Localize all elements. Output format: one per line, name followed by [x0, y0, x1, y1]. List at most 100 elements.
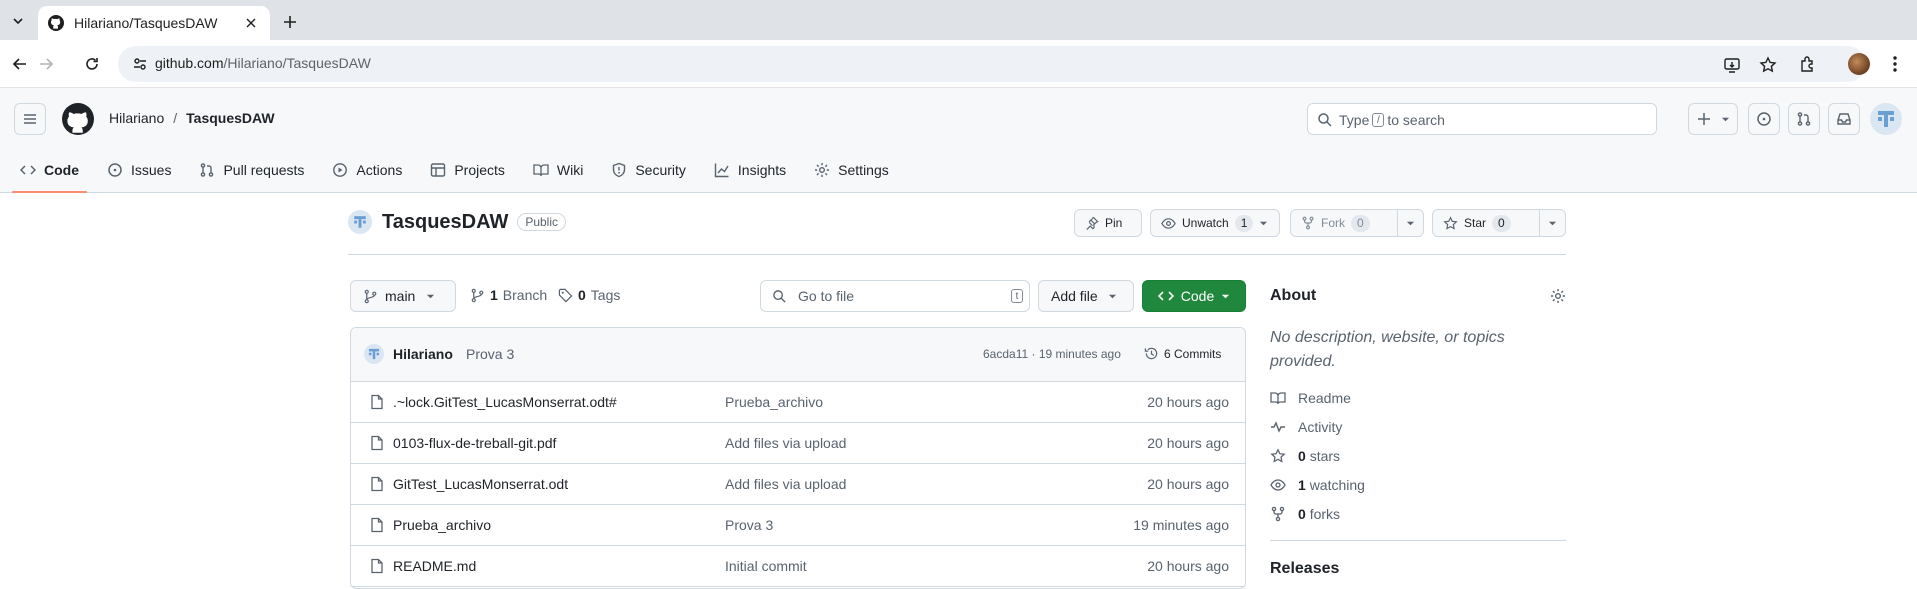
breadcrumb-owner[interactable]: Hilariano [109, 110, 164, 126]
watch-button[interactable]: Unwatch 1 [1150, 209, 1280, 237]
tab-actions[interactable]: Actions [324, 150, 410, 190]
back-arrow-icon[interactable] [8, 52, 32, 76]
file-table: Hilariano Prova 3 6acda11 · 19 minutes a… [350, 327, 1246, 589]
issues-button[interactable] [1748, 103, 1780, 135]
file-date: 20 hours ago [1147, 394, 1229, 410]
tab-projects[interactable]: Projects [422, 150, 513, 190]
chevron-down-icon [426, 292, 435, 301]
url-text: github.com/Hilariano/TasquesDAW [155, 55, 371, 71]
activity-link[interactable]: Activity [1270, 419, 1342, 435]
gear-icon[interactable] [1550, 288, 1566, 304]
file-name[interactable]: Prueba_archivo [393, 517, 491, 533]
tab-security[interactable]: Security [603, 150, 694, 190]
table-row[interactable]: GitTest_LucasMonserrat.odt Add files via… [351, 464, 1245, 505]
new-tab-icon[interactable] [280, 12, 300, 32]
gear-icon [814, 162, 830, 178]
pin-button[interactable]: Pin [1074, 209, 1142, 237]
file-commit-message[interactable]: Prueba_archivo [725, 394, 823, 410]
table-row[interactable]: README.md Initial commit 20 hours ago [351, 546, 1245, 587]
tab-issues[interactable]: Issues [99, 150, 179, 190]
install-app-icon[interactable] [1722, 55, 1742, 75]
table-row[interactable]: Prueba_archivo Prova 3 19 minutes ago [351, 505, 1245, 546]
commit-author[interactable]: Hilariano [393, 346, 453, 362]
table-row[interactable]: 0103-flux-de-treball-git.pdf Add files v… [351, 423, 1245, 464]
repo-owner-avatar[interactable] [348, 210, 372, 234]
watching-link[interactable]: 1 watching [1270, 477, 1365, 493]
fork-button[interactable]: Fork 0 [1290, 209, 1424, 237]
global-search-input[interactable]: Type / to search [1307, 103, 1657, 135]
branches-link[interactable]: 1 Branch [470, 287, 547, 303]
reload-icon[interactable] [80, 52, 104, 76]
stars-link[interactable]: 0 stars [1270, 448, 1340, 464]
bookmark-star-icon[interactable] [1758, 55, 1778, 75]
tab-title: Hilariano/TasquesDAW [74, 15, 218, 31]
browser-menu-icon[interactable] [1890, 54, 1900, 74]
code-button[interactable]: Code [1142, 280, 1246, 312]
go-to-file-input[interactable]: Go to file t [760, 280, 1030, 312]
inbox-button[interactable] [1828, 103, 1860, 135]
releases-heading[interactable]: Releases [1270, 560, 1339, 578]
tag-icon [558, 288, 573, 303]
user-avatar[interactable] [1870, 103, 1902, 135]
github-favicon-icon [48, 15, 64, 31]
add-file-button[interactable]: Add file [1038, 280, 1134, 312]
repo-name[interactable]: TasquesDAW [382, 211, 508, 234]
browser-tab-strip: Hilariano/TasquesDAW [0, 0, 1917, 40]
browser-tab[interactable]: Hilariano/TasquesDAW [38, 6, 270, 40]
file-name[interactable]: GitTest_LucasMonserrat.odt [393, 476, 568, 492]
commit-author-avatar[interactable] [364, 344, 384, 364]
table-row[interactable]: .~lock.GitTest_LucasMonserrat.odt# Prueb… [351, 382, 1245, 423]
file-date: 20 hours ago [1147, 476, 1229, 492]
branch-selector-button[interactable]: main [350, 280, 456, 312]
file-name[interactable]: README.md [393, 558, 476, 574]
breadcrumb-separator: / [173, 110, 178, 126]
tab-settings[interactable]: Settings [806, 150, 897, 190]
star-icon [1270, 448, 1286, 464]
commit-message[interactable]: Prova 3 [466, 346, 514, 362]
forks-link[interactable]: 0 forks [1270, 506, 1340, 522]
pulse-icon [1270, 419, 1286, 435]
commits-link[interactable]: 6 Commits [1144, 346, 1221, 361]
file-name[interactable]: .~lock.GitTest_LucasMonserrat.odt# [393, 394, 617, 410]
address-bar[interactable]: github.com/Hilariano/TasquesDAW [118, 46, 1866, 82]
search-shortcut-key: / [1372, 113, 1385, 127]
fork-count: 0 [1351, 214, 1370, 232]
breadcrumb-repo[interactable]: TasquesDAW [186, 110, 274, 126]
file-commit-message[interactable]: Add files via upload [725, 476, 846, 492]
tags-link[interactable]: 0 Tags [558, 287, 620, 303]
tab-pull-requests[interactable]: Pull requests [191, 150, 312, 190]
book-icon [1270, 390, 1286, 406]
visibility-badge: Public [517, 213, 567, 231]
hamburger-menu-icon[interactable] [14, 103, 46, 135]
extensions-icon[interactable] [1796, 52, 1820, 76]
history-icon [1144, 346, 1159, 361]
site-info-icon[interactable] [132, 56, 148, 72]
tab-search-chevron-icon[interactable] [6, 10, 30, 32]
tab-wiki[interactable]: Wiki [525, 150, 591, 190]
star-dropdown[interactable] [1539, 210, 1565, 236]
file-commit-message[interactable]: Add files via upload [725, 435, 846, 451]
pull-request-icon [199, 162, 215, 178]
code-icon [20, 162, 36, 178]
chevron-down-icon [1221, 292, 1230, 301]
file-commit-message[interactable]: Initial commit [725, 558, 807, 574]
file-name[interactable]: 0103-flux-de-treball-git.pdf [393, 435, 556, 451]
file-date: 19 minutes ago [1133, 517, 1229, 533]
readme-link[interactable]: Readme [1270, 390, 1351, 406]
divider [1270, 540, 1566, 541]
tab-code[interactable]: Code [12, 150, 87, 193]
github-logo-icon[interactable] [62, 103, 94, 135]
fork-dropdown[interactable] [1397, 210, 1423, 236]
tab-close-icon[interactable] [242, 14, 260, 32]
pull-requests-button[interactable] [1788, 103, 1820, 135]
star-button[interactable]: Star 0 [1432, 209, 1566, 237]
forward-arrow-icon[interactable] [34, 52, 58, 76]
commit-sha-time[interactable]: 6acda11 · 19 minutes ago [983, 347, 1121, 361]
file-date: 20 hours ago [1147, 558, 1229, 574]
profile-avatar[interactable] [1848, 53, 1870, 75]
tab-insights[interactable]: Insights [706, 150, 794, 190]
file-commit-message[interactable]: Prova 3 [725, 517, 773, 533]
create-new-button[interactable] [1688, 103, 1738, 135]
breadcrumb: Hilariano / TasquesDAW [109, 110, 275, 126]
chevron-down-icon [1259, 219, 1268, 228]
